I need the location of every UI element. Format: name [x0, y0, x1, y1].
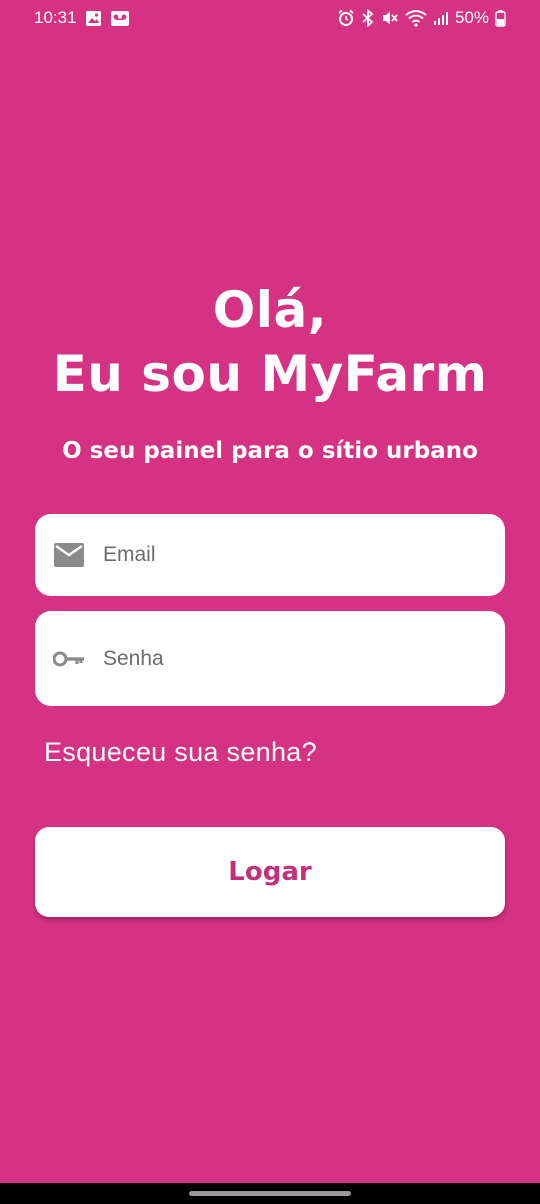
app-title: Eu sou MyFarm	[52, 345, 488, 403]
voicemail-icon	[110, 10, 130, 27]
status-bar: 10:31 50%	[0, 0, 540, 36]
email-field[interactable]	[35, 514, 505, 596]
navigation-bar	[0, 1183, 540, 1204]
status-time: 10:31	[34, 8, 77, 27]
home-gesture-handle[interactable]	[189, 1191, 351, 1196]
bluetooth-icon	[361, 9, 375, 27]
alarm-icon	[337, 9, 355, 27]
subtitle: O seu painel para o sítio urbano	[62, 438, 478, 464]
battery-percent: 50%	[454, 8, 489, 27]
password-input[interactable]	[103, 646, 483, 671]
wifi-icon	[405, 9, 427, 27]
greeting-text: Olá,	[212, 281, 328, 339]
login-button[interactable]: Logar	[35, 827, 505, 917]
headline: Olá, Eu sou MyFarm	[0, 278, 540, 406]
key-icon	[53, 651, 85, 667]
signal-icon	[433, 10, 449, 26]
status-right: 50%	[337, 8, 506, 28]
gallery-icon	[85, 10, 102, 27]
battery-icon	[495, 9, 506, 27]
forgot-password-link[interactable]: Esqueceu sua senha?	[44, 737, 317, 768]
status-left: 10:31	[34, 8, 130, 28]
mail-icon	[53, 543, 85, 567]
mute-icon	[381, 9, 399, 27]
password-field[interactable]	[35, 611, 505, 706]
email-input[interactable]	[103, 543, 483, 567]
